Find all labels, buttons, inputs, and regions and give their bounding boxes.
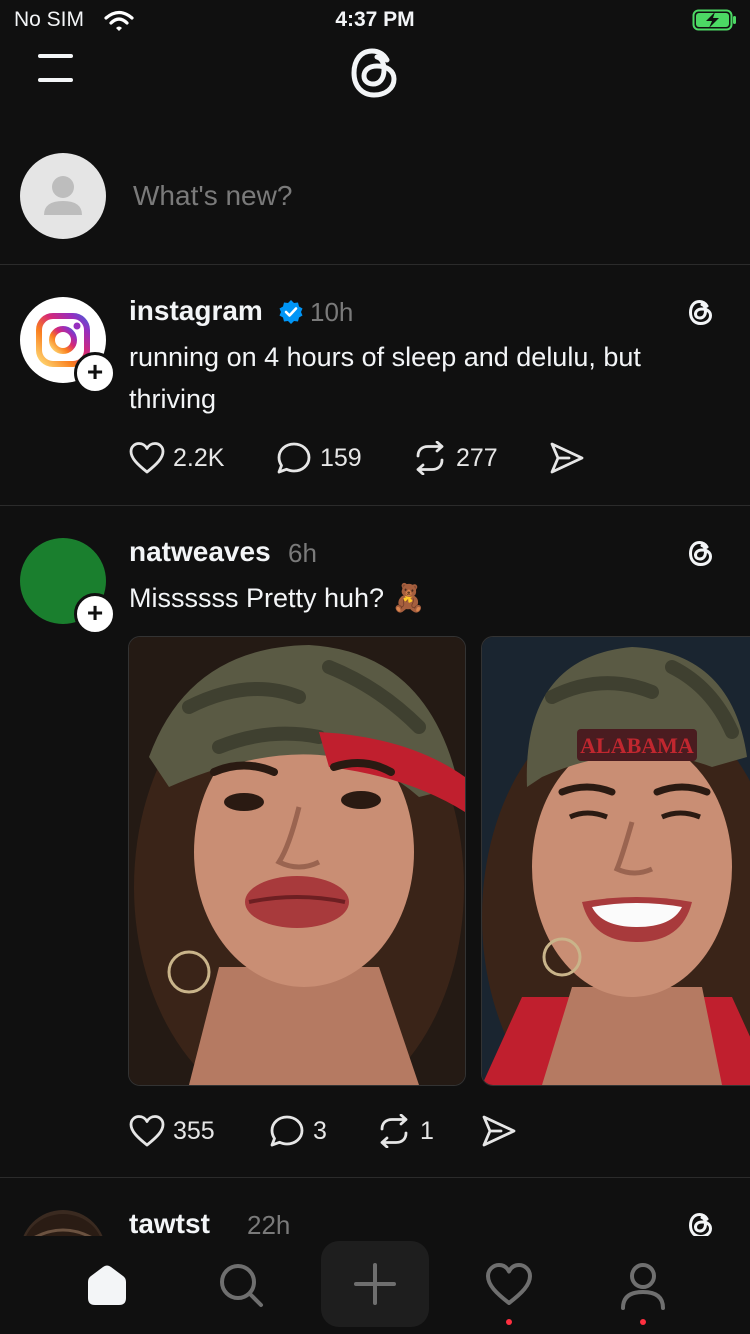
threads-icon[interactable] <box>685 1209 717 1236</box>
profile-icon <box>620 1262 666 1310</box>
heart-icon <box>485 1262 533 1306</box>
send-icon <box>549 441 585 475</box>
post-username[interactable]: natweaves <box>129 536 271 568</box>
post-time: 6h <box>288 538 317 568</box>
like-button[interactable]: 355 <box>129 1114 215 1148</box>
nav-compose[interactable] <box>321 1241 429 1327</box>
avatar-tawtst[interactable] <box>20 1210 106 1236</box>
reply-count: 159 <box>320 443 362 472</box>
post-username[interactable]: instagram <box>129 295 263 327</box>
bottom-nav <box>0 1236 750 1334</box>
current-user-avatar[interactable] <box>20 153 106 239</box>
activity-notification-dot <box>506 1319 512 1325</box>
clock: 4:37 PM <box>335 8 415 31</box>
plus-icon <box>353 1262 397 1306</box>
post-time: 10h <box>310 297 354 327</box>
post-tawtst[interactable]: tawtst 22h <box>0 1178 750 1236</box>
nav-activity[interactable] <box>485 1262 533 1306</box>
threads-icon[interactable] <box>685 537 717 569</box>
threads-logo[interactable] <box>343 40 407 104</box>
compose-prompt[interactable]: What's new? <box>133 180 292 212</box>
home-icon <box>84 1262 130 1308</box>
post-photo-2[interactable]: ALABAMA <box>481 636 750 1086</box>
post-username[interactable]: tawtst <box>129 1208 210 1236</box>
share-button[interactable] <box>549 441 585 475</box>
follow-button[interactable]: + <box>74 352 116 394</box>
repost-count: 277 <box>456 443 498 472</box>
post-text: Missssss Pretty huh? 🧸 <box>129 583 426 613</box>
post-text: running on 4 hours of sleep and delulu, … <box>129 342 641 414</box>
repost-count: 1 <box>420 1116 434 1145</box>
comment-icon <box>276 441 312 475</box>
cap-text: ALABAMA <box>580 733 694 758</box>
heart-icon <box>129 1114 165 1148</box>
repost-icon <box>376 1114 412 1148</box>
verified-badge-icon <box>278 299 304 325</box>
post-time: 22h <box>247 1210 291 1236</box>
share-button[interactable] <box>481 1114 517 1148</box>
reply-button[interactable]: 159 <box>276 441 362 475</box>
nav-profile[interactable] <box>620 1262 666 1310</box>
battery-charging-icon <box>692 9 738 31</box>
comment-icon <box>269 1114 305 1148</box>
post-photo-1[interactable] <box>128 636 466 1086</box>
threads-icon[interactable] <box>685 296 717 328</box>
repost-button[interactable]: 277 <box>412 441 498 475</box>
reply-button[interactable]: 3 <box>269 1114 327 1148</box>
repost-button[interactable]: 1 <box>376 1114 434 1148</box>
like-count: 2.2K <box>173 443 225 472</box>
menu-icon[interactable] <box>38 52 74 82</box>
like-count: 355 <box>173 1116 215 1145</box>
status-bar: No SIM 4:37 PM <box>0 0 750 40</box>
repost-icon <box>412 441 448 475</box>
send-icon <box>481 1114 517 1148</box>
reply-count: 3 <box>313 1116 327 1145</box>
nav-home[interactable] <box>84 1262 130 1308</box>
heart-icon <box>129 441 165 475</box>
profile-notification-dot <box>640 1319 646 1325</box>
like-button[interactable]: 2.2K <box>129 441 224 475</box>
search-icon <box>218 1262 264 1308</box>
post-instagram[interactable]: + instagram 10h running on 4 hours of sl… <box>0 265 750 505</box>
follow-button[interactable]: + <box>74 593 116 635</box>
nav-search[interactable] <box>218 1262 264 1308</box>
